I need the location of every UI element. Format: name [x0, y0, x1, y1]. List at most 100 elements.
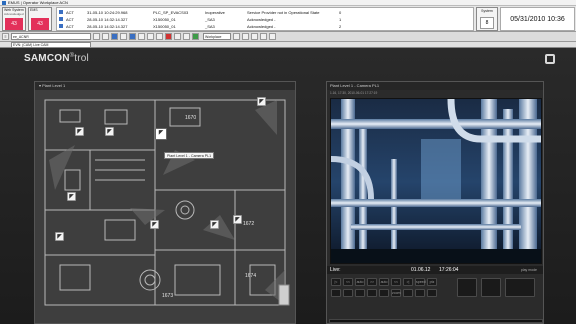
plan-header: ▾ Plant Level 1 — [35, 82, 295, 90]
toolbar-button[interactable] — [260, 33, 267, 40]
alarm-priority-icon — [59, 17, 63, 22]
alarm-header: Web System Acknowledged 43 EMS 43 ACT 31… — [0, 6, 576, 32]
system-tile[interactable]: System 8 — [476, 7, 498, 31]
alarm-time: 31-05-10 10:24:29.968 — [87, 10, 128, 15]
camera-header: Plant Level 1 - Camera PL1 — [327, 82, 543, 90]
alarm-count: 0 — [339, 10, 342, 15]
zoom-pad[interactable] — [481, 278, 501, 297]
toolbar-button[interactable] — [251, 33, 258, 40]
system-label: System — [481, 9, 493, 13]
alarm-time: 28-05-10 14:32:14.327 — [87, 24, 128, 29]
menu-square-icon[interactable] — [545, 54, 555, 64]
control-button[interactable]: auto — [379, 278, 389, 286]
control-button[interactable] — [379, 289, 389, 297]
control-button[interactable] — [415, 289, 425, 297]
control-button[interactable] — [427, 289, 437, 297]
room-label: 1670 — [185, 115, 197, 121]
alarm-count: 2 — [339, 24, 342, 29]
toolbar-button[interactable] — [233, 33, 240, 40]
logo-main: SAMCON — [24, 53, 70, 64]
system-count: 8 — [480, 17, 494, 29]
camera-icon-selected[interactable]: ◤ — [155, 128, 167, 140]
camera-icon[interactable]: ◤ — [257, 97, 266, 106]
control-button[interactable]: >| — [403, 278, 413, 286]
toolbar-button[interactable] — [147, 33, 154, 40]
toolbar-button[interactable] — [129, 33, 136, 40]
camera-icon[interactable]: ◤ — [67, 192, 76, 201]
alarm-row[interactable]: ACT 31-05-10 10:24:29.968 PLC_SP_EVACS03… — [57, 9, 473, 16]
plan-title: Plant Level 1 — [42, 83, 66, 88]
playback-time: 17:26:04 — [439, 267, 459, 273]
toolbar-button[interactable] — [120, 33, 127, 40]
control-button[interactable]: speed — [415, 278, 426, 286]
alarm-state: ACT — [66, 24, 74, 29]
camera-video-feed[interactable] — [330, 98, 542, 264]
floor-plan-panel: ▾ Plant Level 1 1670 1672 1674 1673 ◤ ◤ … — [34, 81, 296, 324]
alarm-source: X150050_01 — [153, 24, 176, 29]
control-button[interactable] — [403, 289, 413, 297]
camera-icon[interactable]: ◤ — [150, 220, 159, 229]
toolbar-button[interactable] — [192, 33, 199, 40]
control-button[interactable] — [343, 289, 353, 297]
tile-count: 43 — [31, 18, 49, 30]
live-label: Live: — [330, 267, 341, 273]
toolbar-button[interactable] — [102, 33, 109, 40]
playback-bar: Live: 01.06.12 17:26:04 play mode — [327, 266, 543, 274]
address-value: EVN: (CAM) Live CAM — [13, 43, 49, 47]
room-label: 1674 — [245, 273, 257, 279]
alarm-status: _SA3 — [205, 17, 215, 22]
toolbar-button[interactable] — [242, 33, 249, 40]
control-button[interactable]: ptz — [427, 278, 437, 286]
menu-icon[interactable]: ≡ — [2, 33, 9, 40]
industrial-pipes-image — [331, 99, 541, 263]
toolbar-button[interactable] — [174, 33, 181, 40]
window-title: EMUS | Operator Workplace ACN — [8, 0, 68, 5]
alarm-list: ACT 31-05-10 10:24:29.968 PLC_SP_EVACS03… — [56, 7, 474, 31]
playback-mode[interactable]: play mode — [521, 266, 537, 274]
alarm-row[interactable]: ACT 28-05-10 14:32:14.327 X150050_01 _SA… — [57, 23, 473, 30]
logo-tail: trol — [74, 53, 89, 64]
room-label: 1672 — [243, 221, 255, 227]
toolbar-button[interactable] — [156, 33, 163, 40]
control-button[interactable] — [331, 289, 341, 297]
status-tile-web-system[interactable]: Web System Acknowledged 43 — [2, 7, 26, 31]
control-button[interactable]: |< — [331, 278, 341, 286]
alarm-source: X150050_01 — [153, 17, 176, 22]
user-select[interactable]: ee_ACNR — [11, 33, 91, 40]
timeline-scrubber[interactable] — [329, 319, 543, 323]
toolbar-button[interactable] — [111, 33, 118, 40]
toolbar-button[interactable] — [138, 33, 145, 40]
camera-icon[interactable]: ◤ — [105, 127, 114, 136]
toolbar-button[interactable] — [183, 33, 190, 40]
alert-button[interactable] — [165, 33, 172, 40]
app-icon — [2, 0, 6, 5]
camera-icon[interactable]: ◤ — [210, 220, 219, 229]
alarm-count: 1 — [339, 17, 342, 22]
camera-icon[interactable]: ◤ — [75, 127, 84, 136]
alarm-source: PLC_SP_EVACS03 — [153, 10, 189, 15]
clock: 05/31/2010 10:36 — [500, 7, 575, 31]
camera-icon[interactable]: ◤ — [55, 232, 64, 241]
alarm-state: ACT — [66, 10, 74, 15]
layout-select[interactable]: Workplace — [203, 33, 231, 40]
control-button[interactable]: >> — [367, 278, 377, 286]
focus-pad[interactable] — [505, 278, 535, 297]
control-button[interactable] — [367, 289, 377, 297]
alarm-message: Acknowledged - — [247, 24, 276, 29]
control-button[interactable]: << — [343, 278, 353, 286]
alarm-row[interactable]: ACT 28-05-10 14:32:14.327 X150050_01 _SA… — [57, 16, 473, 23]
camera-icon[interactable]: ◤ — [233, 215, 242, 224]
floor-plan-drawing — [35, 90, 295, 323]
alarm-status: _SA3 — [205, 24, 215, 29]
ptz-pad[interactable] — [457, 278, 477, 297]
toolbar-button[interactable] — [269, 33, 276, 40]
control-button[interactable]: auto — [355, 278, 365, 286]
tile-count: 43 — [5, 18, 23, 30]
control-button[interactable]: << — [391, 278, 401, 286]
toolbar-button[interactable] — [93, 33, 100, 40]
status-tile-ems[interactable]: EMS 43 — [28, 7, 52, 31]
control-button[interactable]: zoom — [391, 289, 401, 297]
scale-widget[interactable] — [278, 284, 290, 306]
control-button[interactable] — [355, 289, 365, 297]
alarm-message: Acknowledged - — [247, 17, 276, 22]
